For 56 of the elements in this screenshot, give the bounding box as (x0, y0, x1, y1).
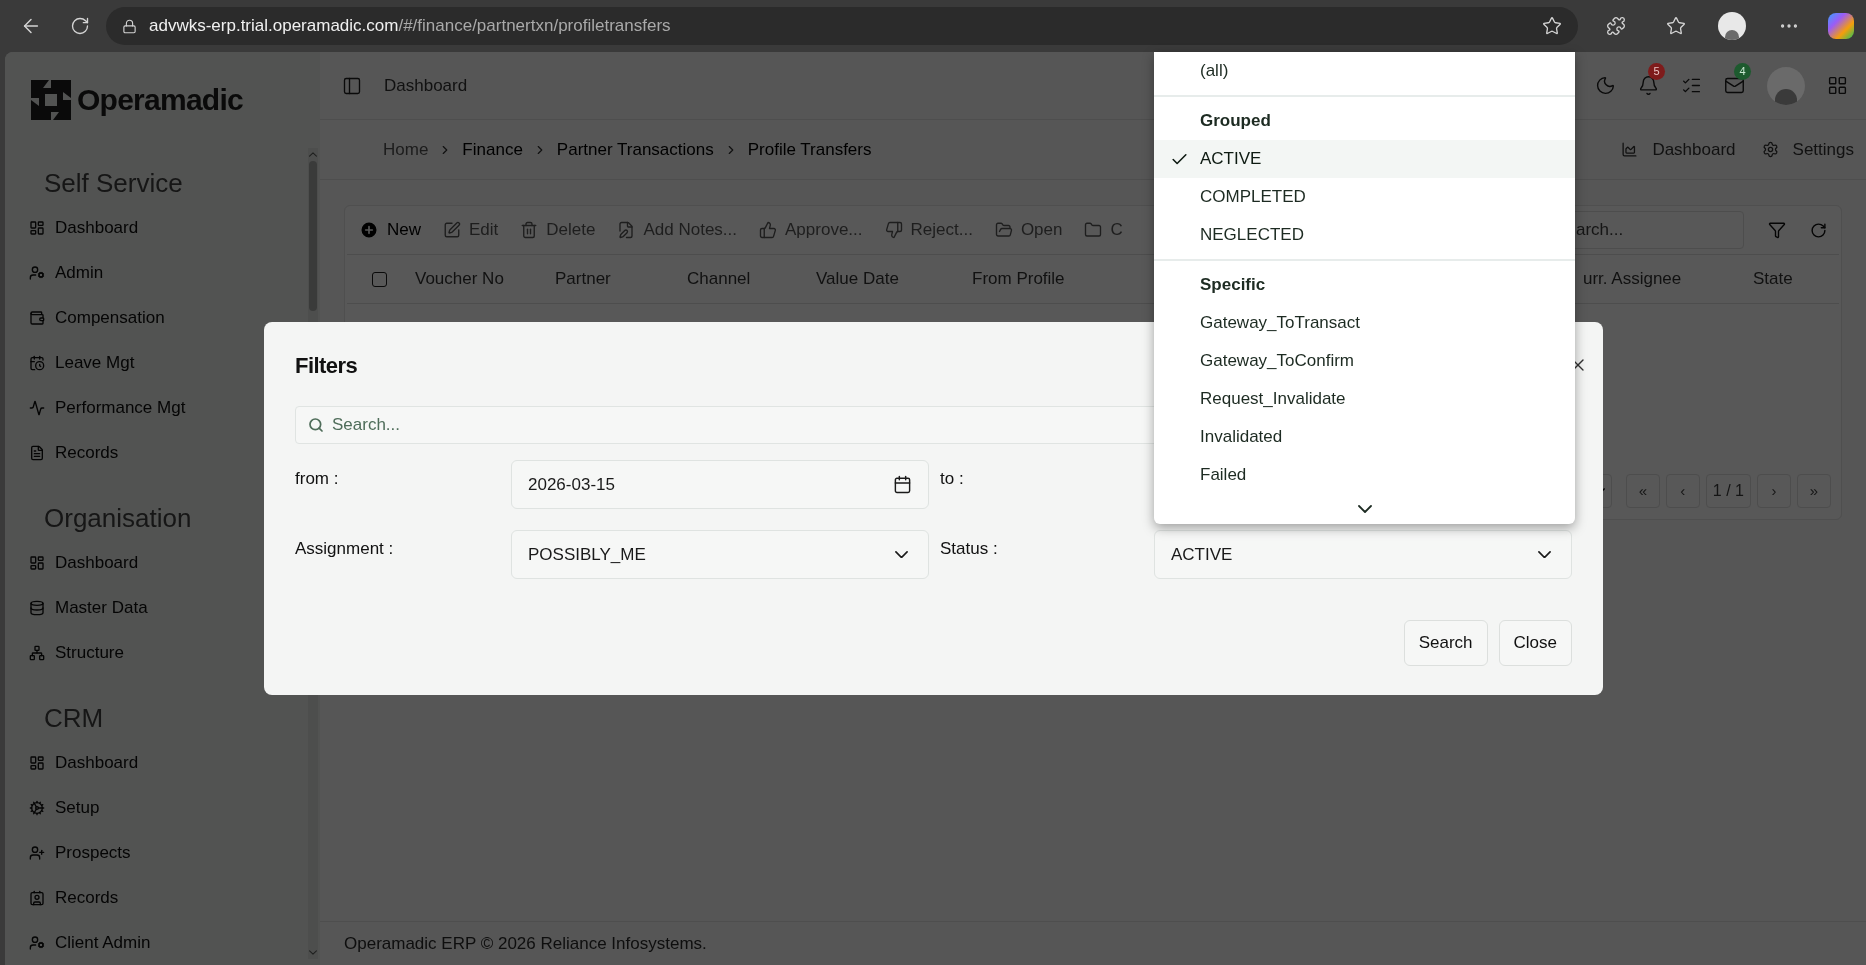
breadcrumb-link[interactable]: Home (383, 136, 429, 163)
sidebar-item[interactable]: Client Admin (29, 920, 320, 965)
column-header: Channel (687, 269, 751, 289)
sidebar-item[interactable]: Records (29, 875, 320, 920)
date-field[interactable]: 2026-03-15 (511, 460, 929, 509)
column-header: Partner (555, 269, 611, 289)
pagination-button[interactable]: » (1797, 474, 1831, 508)
dialog-button[interactable]: Close (1498, 620, 1572, 666)
breadcrumb-link[interactable]: Finance (462, 136, 523, 163)
logo-text: Operamadic (77, 82, 243, 119)
sidebar-item[interactable]: Dashboard (29, 205, 320, 250)
dialog-button[interactable]: Search (1403, 620, 1488, 666)
column-header: From Profile (972, 269, 1065, 289)
sidebar-item[interactable]: Dashboard (29, 740, 320, 785)
column-header: urr. Assignee (1583, 269, 1682, 289)
footer-text: Operamadic ERP © 2026 Reliance Infosystems. (344, 932, 707, 955)
message-badge: 4 (1734, 63, 1751, 80)
dropdown-option[interactable]: (all) (1154, 52, 1575, 90)
section-title: CRM (43, 702, 105, 735)
dropdown-option[interactable]: Failed (1154, 456, 1575, 494)
dropdown-option[interactable]: Gateway_ToConfirm (1154, 342, 1575, 380)
dropdown-option[interactable]: ACTIVE (1154, 140, 1575, 178)
breadcrumb-link[interactable]: Profile Transfers (747, 136, 872, 163)
header-title: Dashboard (384, 74, 468, 97)
dialog-title: Filters (295, 351, 358, 380)
page-link[interactable]: Dashboard (1652, 136, 1736, 163)
select-field[interactable]: ACTIVE (1154, 530, 1572, 579)
field-label: to : (940, 469, 964, 488)
sidebar-item[interactable]: Structure (29, 630, 320, 675)
group-heading: Specific (1200, 274, 1266, 297)
address-bar[interactable]: advwks-erp.trial.operamadic.com/#/finance/partnertxn/profiletransfers (106, 7, 1578, 45)
field-label: Status : (940, 539, 998, 558)
sidebar-item[interactable]: Prospects (29, 830, 320, 875)
select-field[interactable]: POSSIBLY_ME (511, 530, 929, 579)
field-label: Assignment : (295, 539, 394, 558)
sidebar-item[interactable]: Setup (29, 785, 320, 830)
pagination-button[interactable]: › (1757, 474, 1791, 508)
field-label: from : (295, 469, 339, 488)
column-header: Value Date (816, 269, 899, 289)
section-title: Organisation (43, 502, 193, 535)
toolbar-button[interactable]: New (359, 217, 421, 243)
column-header: Voucher No (415, 269, 504, 289)
url-text: advwks-erp.trial.operamadic.com/#/finance/partnertxn/profiletransfers (149, 15, 671, 38)
group-heading: Grouped (1200, 110, 1271, 133)
dropdown-option[interactable]: Gateway_ToTransact (1154, 304, 1575, 342)
section-title: Self Service (43, 167, 184, 200)
sidebar-item[interactable]: Master Data (29, 585, 320, 630)
notification-badge: 5 (1648, 63, 1665, 80)
page-indicator[interactable]: 1 / 1 (1705, 474, 1751, 508)
pagination-button[interactable]: ‹ (1665, 474, 1700, 508)
breadcrumb-link[interactable]: Partner Transactions (556, 136, 714, 163)
column-header: State (1753, 269, 1793, 289)
page-link[interactable]: Settings (1792, 136, 1854, 163)
sidebar-item[interactable]: Admin (29, 250, 320, 295)
sidebar-item[interactable]: Compensation (29, 295, 320, 340)
pagination-button[interactable]: « (1625, 474, 1660, 508)
